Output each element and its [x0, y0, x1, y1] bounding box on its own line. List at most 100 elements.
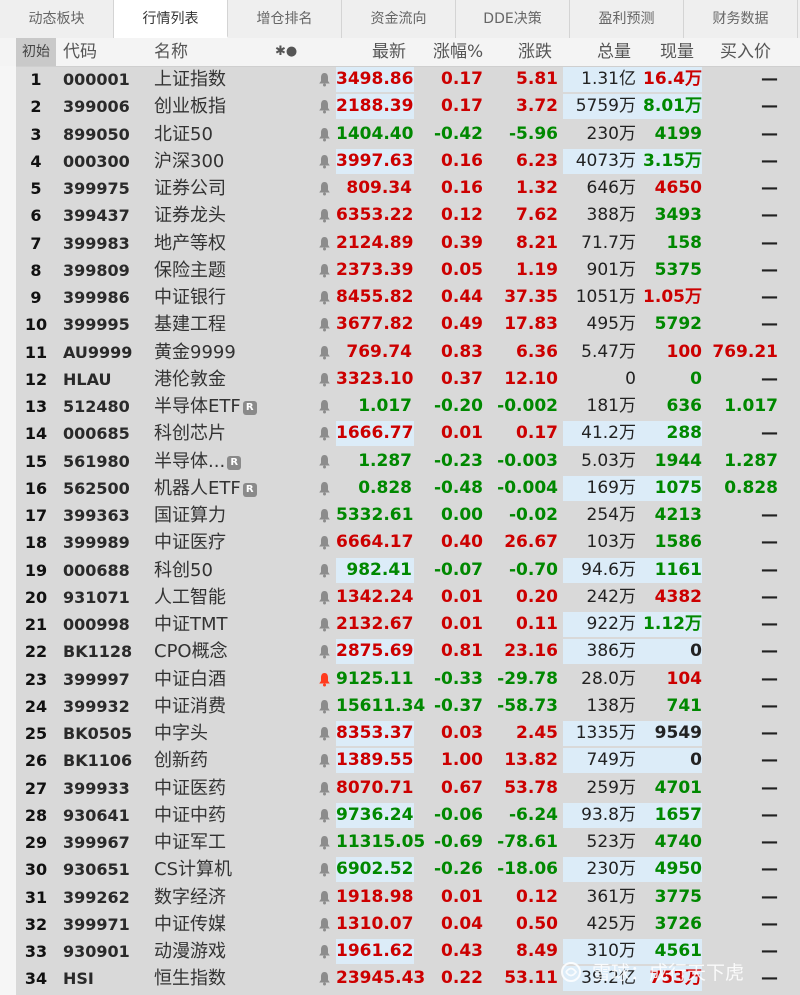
table-row[interactable]: 10 399995 基建工程 3677.82 0.49 17.83 495万 5792 —: [0, 311, 800, 338]
header-rownum[interactable]: 初始: [16, 38, 56, 66]
bell-icon[interactable]: [318, 366, 332, 393]
tab-2[interactable]: 增仓排名: [228, 0, 342, 38]
bell-icon[interactable]: [318, 965, 332, 992]
tab-0[interactable]: 动态板块: [0, 0, 114, 38]
header-code[interactable]: 代码: [63, 38, 97, 66]
security-name-text: 人工智能: [154, 586, 226, 608]
bell-icon[interactable]: [318, 529, 332, 556]
table-row[interactable]: 28 930641 中证中药 9736.24 -0.06 -6.24 93.8万 1657 —: [0, 802, 800, 829]
total-volume: 181万: [586, 396, 636, 416]
bell-icon[interactable]: [318, 284, 332, 311]
tab-5[interactable]: 盈利预测: [570, 0, 684, 38]
table-row[interactable]: 13 512480 半导体ETF R 1.017 -0.20 -0.002 181万 636 1.…: [0, 393, 800, 420]
header-latest[interactable]: 最新: [372, 38, 406, 66]
current-volume: 0: [690, 750, 702, 771]
tab-4[interactable]: DDE决策: [456, 0, 570, 38]
table-row[interactable]: 22 BK1128 CPO概念 2875.69 0.81 23.16 386万 0 —: [0, 638, 800, 665]
header-cur[interactable]: 现量: [660, 38, 694, 66]
table-row[interactable]: 1 000001 上证指数 3498.86 0.17 5.81 1.31亿 16.4万 —: [0, 66, 800, 93]
table-row[interactable]: 24 399932 中证消费 15611.34 -0.37 -58.73 138万 741 —: [0, 693, 800, 720]
table-row[interactable]: 4 000300 沪深300 3997.63 0.16 6.23 4073万 3.15万 —: [0, 148, 800, 175]
table-row[interactable]: 32 399971 中证传媒 1310.07 0.04 0.50 425万 3726 —: [0, 911, 800, 938]
table-row[interactable]: 12 HLAU 港伦敦金 3323.10 0.37 12.10 0 0 —: [0, 366, 800, 393]
table-row[interactable]: 7 399983 地产等权 2124.89 0.39 8.21 71.7万 158 —: [0, 230, 800, 257]
header-name[interactable]: 名称: [154, 38, 188, 66]
table-row[interactable]: 16 562500 机器人ETF R 0.828 -0.48 -0.004 169万 1075 0…: [0, 475, 800, 502]
header-pct[interactable]: 涨幅%: [433, 38, 483, 66]
table-row[interactable]: 8 399809 保险主题 2373.39 0.05 1.19 901万 5375 —: [0, 257, 800, 284]
bell-icon[interactable]: [318, 911, 332, 938]
table-row[interactable]: 15 561980 半导体... R 1.287 -0.23 -0.003 5.03万 1944…: [0, 448, 800, 475]
bell-icon[interactable]: [318, 829, 332, 856]
row-number: 4: [30, 151, 42, 171]
latest-price: 6353.22: [336, 205, 414, 226]
bell-icon[interactable]: [318, 339, 332, 366]
table-row[interactable]: 6 399437 证券龙头 6353.22 0.12 7.62 388万 3493 —: [0, 202, 800, 229]
bell-icon[interactable]: [318, 775, 332, 802]
header-vol[interactable]: 总量: [597, 38, 631, 66]
table-row[interactable]: 17 399363 国证算力 5332.61 0.00 -0.02 254万 4213 —: [0, 502, 800, 529]
total-volume: 495万: [586, 314, 636, 335]
bell-icon[interactable]: [318, 66, 332, 93]
tab-3[interactable]: 资金流向: [342, 0, 456, 38]
latest-price: 9125.11: [336, 668, 414, 689]
change-percent: 0.12: [441, 205, 483, 226]
bell-icon[interactable]: [318, 230, 332, 257]
bell-icon[interactable]: [318, 856, 332, 883]
table-row[interactable]: 19 000688 科创50 982.41 -0.07 -0.70 94.6万 1161 —: [0, 557, 800, 584]
table-row[interactable]: 9 399986 中证银行 8455.82 0.44 37.35 1051万 1.05万 —: [0, 284, 800, 311]
tab-6[interactable]: 财务数据: [684, 0, 798, 38]
bell-icon[interactable]: [318, 393, 332, 420]
change-amount: 3.72: [516, 96, 558, 117]
latest-price: 3677.82: [336, 314, 414, 335]
table-row[interactable]: 26 BK1106 创新药 1389.55 1.00 13.82 749万 0 —: [0, 747, 800, 774]
bell-icon[interactable]: [318, 93, 332, 120]
table-row[interactable]: 2 399006 创业板指 2188.39 0.17 3.72 5759万 8.01万 —: [0, 93, 800, 120]
bell-icon[interactable]: [318, 202, 332, 229]
header-chg[interactable]: 涨跌: [518, 38, 552, 66]
bell-icon[interactable]: [318, 638, 332, 665]
table-row[interactable]: 3 899050 北证50 1404.40 -0.42 -5.96 230万 4199 —: [0, 121, 800, 148]
bell-icon[interactable]: [318, 257, 332, 284]
table-row[interactable]: 18 399989 中证医疗 6664.17 0.40 26.67 103万 1586 —: [0, 529, 800, 556]
bell-icon[interactable]: [318, 693, 332, 720]
bell-icon[interactable]: [318, 121, 332, 148]
table-row[interactable]: 11 AU9999 黄金9999 769.74 0.83 6.36 5.47万 100 769.…: [0, 339, 800, 366]
bell-icon[interactable]: [318, 802, 332, 829]
total-volume: 93.8万: [581, 804, 636, 825]
table-row[interactable]: 27 399933 中证医药 8070.71 0.67 53.78 259万 4701 —: [0, 775, 800, 802]
table-row[interactable]: 5 399975 证券公司 809.34 0.16 1.32 646万 4650 —: [0, 175, 800, 202]
bell-icon[interactable]: [318, 666, 332, 693]
table-row[interactable]: 21 000998 中证TMT 2132.67 0.01 0.11 922万 1.12万 —: [0, 611, 800, 638]
current-volume: 1075: [654, 477, 702, 498]
bell-icon[interactable]: [318, 148, 332, 175]
bell-icon[interactable]: [318, 584, 332, 611]
header-bid[interactable]: 买入价: [720, 38, 771, 66]
bell-icon[interactable]: [318, 557, 332, 584]
table-row[interactable]: 25 BK0505 中字头 8353.37 0.03 2.45 1335万 9549 —: [0, 720, 800, 747]
bell-icon[interactable]: [318, 475, 332, 502]
bell-icon[interactable]: [318, 938, 332, 965]
security-code: 399986: [63, 288, 130, 307]
security-code: BK1128: [63, 642, 133, 662]
table-row[interactable]: 29 399967 中证军工 11315.05 -0.69 -78.61 523万 4740 —: [0, 829, 800, 856]
table-row[interactable]: 20 931071 人工智能 1342.24 0.01 0.20 242万 4382 —: [0, 584, 800, 611]
table-row[interactable]: 14 000685 科创芯片 1666.77 0.01 0.17 41.2万 288 —: [0, 420, 800, 447]
bell-icon[interactable]: [318, 747, 332, 774]
bell-icon[interactable]: [318, 448, 332, 475]
bell-icon[interactable]: [318, 502, 332, 529]
row-number: 22: [24, 642, 48, 662]
table-row[interactable]: 30 930651 CS计算机 6902.52 -0.26 -18.06 230万 4950 —: [0, 856, 800, 883]
bell-icon[interactable]: [318, 884, 332, 911]
tab-1[interactable]: 行情列表: [114, 0, 228, 38]
bell-icon[interactable]: [318, 720, 332, 747]
latest-price: 9736.24: [336, 804, 414, 825]
bell-icon[interactable]: [318, 175, 332, 202]
bell-icon[interactable]: [318, 611, 332, 638]
table-row[interactable]: 31 399262 数字经济 1918.98 0.01 0.12 361万 3775 —: [0, 884, 800, 911]
header-flags[interactable]: ✱●: [275, 38, 297, 66]
change-amount: 6.23: [516, 150, 558, 171]
bell-icon[interactable]: [318, 420, 332, 447]
bell-icon[interactable]: [318, 311, 332, 338]
table-row[interactable]: 23 399997 中证白酒 9125.11 -0.33 -29.78 28.0万 104 —: [0, 666, 800, 693]
